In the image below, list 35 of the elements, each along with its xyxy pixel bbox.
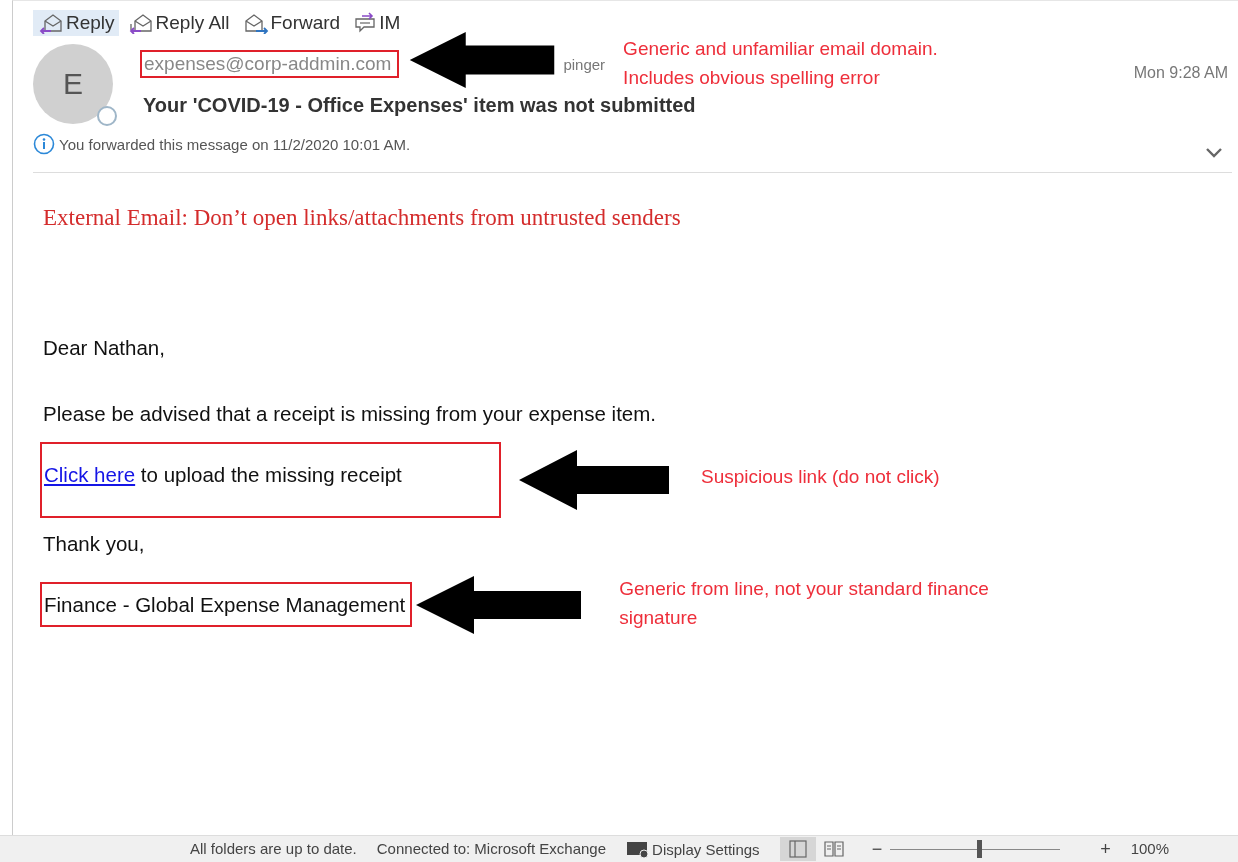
closing-text: Thank you, (43, 532, 145, 556)
external-email-warning: External Email: Don’t open links/attachments from untrusted senders (43, 205, 681, 231)
toolbar-button[interactable]: Forward (237, 10, 345, 36)
body-text: Click here to upload the missing receipt (44, 463, 402, 487)
status-text: All folders are up to date. (190, 840, 357, 858)
annotation-note: Generic and unfamiliar email domain. (623, 37, 938, 61)
sender-address: expenses@corp-addmin.com (140, 50, 400, 78)
normal-view-icon (787, 840, 808, 858)
annotation-note: Suspicious link (do not click) (701, 464, 940, 489)
zoom-level-text: 100% (1130, 840, 1170, 858)
presence-icon (97, 106, 117, 126)
zoom-in-button[interactable]: + (1100, 840, 1111, 858)
reply-icon (37, 12, 65, 34)
received-time: Mon 9:28 AM (1133, 64, 1228, 82)
body-text: Please be advised that a receipt is missing from your expense item. (43, 402, 657, 426)
monitor-icon (626, 840, 651, 858)
info-text: You forwarded this message on 11/2/2020 10:01 AM. (59, 135, 411, 153)
annotation-note: Generic from line, not your standard finance signature (619, 577, 990, 630)
zoom-thumb[interactable] (976, 840, 982, 858)
email-subject: Your 'COVID-19 - Office Expenses' item was not submitted (143, 94, 697, 117)
chevron-down-icon[interactable] (1204, 146, 1224, 160)
zoom-out-button[interactable]: − (871, 840, 883, 858)
signature-text: Finance - Global Expense Management (44, 592, 406, 617)
toolbar-button[interactable]: Reply All (122, 10, 234, 36)
toolbar-button[interactable]: IM (348, 10, 405, 36)
greeting-text: Dear Nathan, (43, 336, 165, 360)
status-text: Connected to: Microsoft Exchange (376, 840, 607, 858)
info-icon (33, 133, 55, 155)
annotation-note: Includes obvious spelling error (623, 66, 881, 90)
normal-view-button[interactable] (779, 837, 816, 861)
book-icon (823, 840, 844, 858)
display-settings-button[interactable]: Display Settings (626, 840, 760, 858)
toolbar-button[interactable]: Reply (33, 10, 119, 36)
recipient-text: pinger (563, 56, 606, 73)
link[interactable]: Click here (44, 463, 136, 486)
